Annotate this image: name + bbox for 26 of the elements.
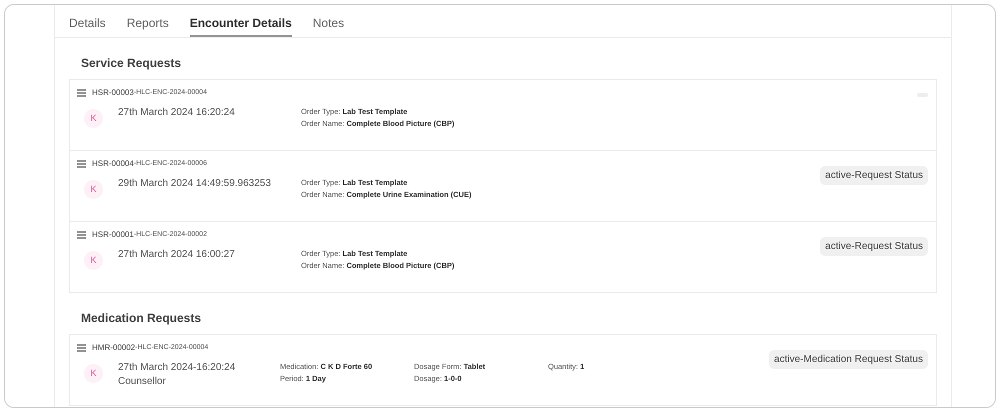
- tab[interactable]: Encounter Details: [190, 5, 292, 37]
- avatar: K: [84, 180, 103, 199]
- menu-icon[interactable]: [77, 231, 86, 239]
- tab[interactable]: Details: [69, 5, 106, 37]
- section-heading: Service Requests: [80, 55, 182, 72]
- status-badge: active-Request Status: [820, 166, 928, 184]
- request-id: HMR-00002: [92, 342, 136, 354]
- avatar: K: [84, 109, 103, 128]
- menu-icon[interactable]: [77, 89, 86, 97]
- status-badge: active-Medication Request Status: [769, 350, 928, 368]
- request-id: HSR-00003: [92, 87, 134, 99]
- section-heading: Medication Requests: [80, 310, 202, 327]
- request-date: 27th March 2024 16:20:24: [118, 106, 236, 120]
- avatar: K: [84, 364, 103, 383]
- request-date: 29th March 2024 14:49:59.963253: [118, 177, 272, 191]
- request-id: HSR-00004: [92, 158, 134, 170]
- menu-icon[interactable]: [77, 344, 86, 352]
- requester-role: Counsellor: [118, 375, 167, 389]
- tab[interactable]: Reports: [126, 5, 169, 37]
- request-date: 27th March 2024-16:20:24: [118, 361, 236, 375]
- avatar: K: [84, 251, 103, 270]
- request-id: HSR-00001: [92, 229, 134, 241]
- status-badge: active-Request Status: [820, 236, 928, 256]
- request-date: 27th March 2024 16:00:27: [118, 248, 236, 262]
- menu-icon[interactable]: [77, 160, 86, 168]
- tab[interactable]: Notes: [312, 5, 344, 37]
